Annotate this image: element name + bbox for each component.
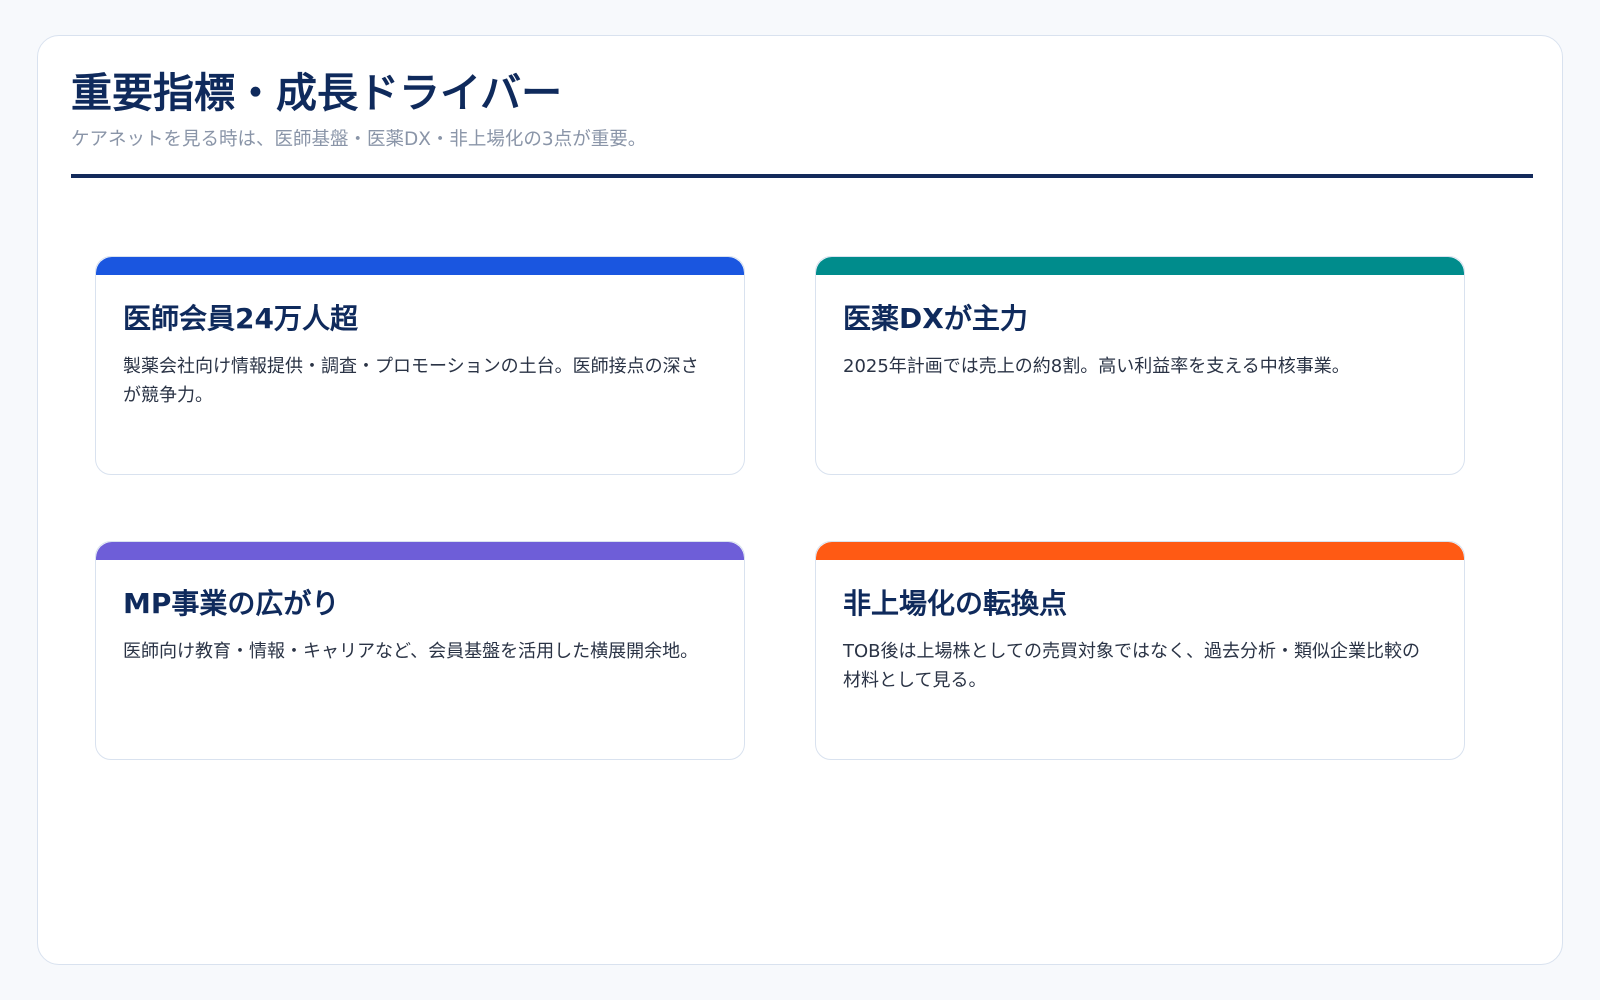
card-accent-bar: [96, 257, 744, 275]
card-description: TOB後は上場株としての売買対象ではなく、過去分析・類似企業比較の材料として見る…: [843, 641, 1420, 691]
card-description: 医師向け教育・情報・キャリアなど、会員基盤を活用した横展開余地。: [123, 641, 699, 662]
card-delisting: 非上場化の転換点 TOB後は上場株としての売買対象ではなく、過去分析・類似企業比…: [815, 541, 1465, 760]
page-subtitle: ケアネットを見る時は、医師基盤・医薬DX・非上場化の3点が重要。: [71, 129, 647, 150]
title-divider: [71, 174, 1533, 178]
card-accent-bar: [816, 542, 1464, 560]
main-panel: 重要指標・成長ドライバー ケアネットを見る時は、医師基盤・医薬DX・非上場化の3…: [37, 35, 1563, 965]
card-title: 医師会員24万人超: [123, 302, 358, 335]
card-accent-bar: [96, 542, 744, 560]
card-mp-business: MP事業の広がり 医師向け教育・情報・キャリアなど、会員基盤を活用した横展開余地…: [95, 541, 745, 760]
card-pharma-dx: 医薬DXが主力 2025年計画では売上の約8割。高い利益率を支える中核事業。: [815, 256, 1465, 475]
card-title: 非上場化の転換点: [843, 587, 1068, 620]
card-title: 医薬DXが主力: [843, 302, 1028, 335]
card-accent-bar: [816, 257, 1464, 275]
card-title: MP事業の広がり: [123, 587, 340, 620]
page-title: 重要指標・成長ドライバー: [71, 69, 563, 117]
card-doctor-members: 医師会員24万人超 製薬会社向け情報提供・調査・プロモーションの土台。医師接点の…: [95, 256, 745, 475]
card-description: 製薬会社向け情報提供・調査・プロモーションの土台。医師接点の深さが競争力。: [123, 356, 699, 406]
card-description: 2025年計画では売上の約8割。高い利益率を支える中核事業。: [843, 356, 1350, 377]
